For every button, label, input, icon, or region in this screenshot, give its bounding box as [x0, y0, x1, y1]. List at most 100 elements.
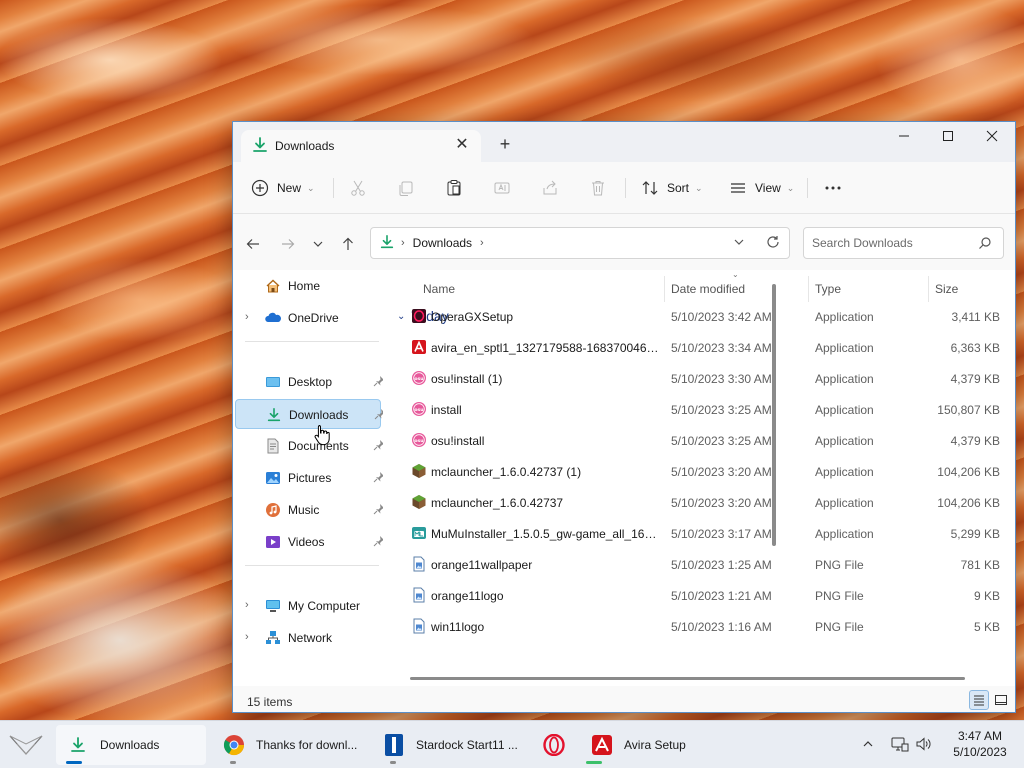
- view-button[interactable]: View ⌄: [729, 174, 794, 202]
- cut-button[interactable]: [349, 174, 367, 202]
- column-header-date[interactable]: Date modified: [671, 276, 745, 302]
- sort-button-label: Sort: [667, 181, 690, 195]
- forward-button[interactable]: [276, 232, 300, 256]
- file-row[interactable]: OperaGXSetup 5/10/2023 3:42 AM Application…: [383, 301, 1003, 332]
- sidebar-item-documents[interactable]: Documents: [235, 431, 384, 461]
- file-row[interactable]: osu osu!install (1) 5/10/2023 3:30 AM Appli…: [383, 363, 1003, 394]
- file-row[interactable]: orange11wallpaper 5/10/2023 1:25 AM PNG Fi…: [383, 549, 1003, 580]
- network-icon: [265, 630, 281, 646]
- chevron-right-icon[interactable]: ›: [245, 631, 257, 645]
- close-tab-icon[interactable]: ✕: [453, 136, 471, 154]
- sidebar-divider: [245, 341, 379, 342]
- file-name: orange11logo: [431, 589, 504, 603]
- back-button[interactable]: [241, 232, 265, 256]
- file-row[interactable]: osu osu!install 5/10/2023 3:25 AM Applicati…: [383, 425, 1003, 456]
- recent-locations-button[interactable]: [306, 232, 330, 256]
- paste-button[interactable]: [445, 174, 463, 202]
- column-divider[interactable]: [928, 276, 929, 302]
- large-icons-view-button[interactable]: [991, 690, 1011, 710]
- taskbar: Downloads Thanks for downl... Stardock S…: [0, 720, 1024, 768]
- taskbar-item-start11[interactable]: Stardock Start11 ...: [372, 725, 522, 765]
- refresh-icon: [767, 236, 779, 248]
- breadcrumb-separator-icon[interactable]: ›: [480, 237, 484, 249]
- sidebar-item-music[interactable]: Music: [235, 495, 384, 525]
- search-icon[interactable]: [978, 236, 992, 253]
- png-file-icon: [411, 556, 427, 572]
- column-divider[interactable]: [664, 276, 665, 302]
- file-date-modified: 5/10/2023 3:25 AM: [671, 403, 772, 417]
- file-row[interactable]: mclauncher_1.6.0.42737 5/10/2023 3:20 AM A…: [383, 487, 1003, 518]
- column-header-name[interactable]: Name: [423, 276, 455, 302]
- vertical-scrollbar[interactable]: [772, 284, 776, 546]
- taskbar-item-label: Stardock Start11 ...: [416, 738, 518, 752]
- new-tab-button[interactable]: +: [495, 134, 515, 154]
- delete-button[interactable]: [589, 174, 607, 202]
- file-date-modified: 5/10/2023 3:25 AM: [671, 434, 772, 448]
- sidebar-item-downloads[interactable]: Downloads: [235, 399, 385, 429]
- sidebar-item-my-computer[interactable]: › My Computer: [235, 591, 381, 621]
- sidebar-item-label: Network: [288, 631, 333, 645]
- share-button[interactable]: [541, 174, 559, 202]
- start-logo-icon: [9, 735, 43, 755]
- chevron-right-icon[interactable]: ›: [245, 599, 257, 613]
- breadcrumb-downloads[interactable]: Downloads: [413, 236, 472, 250]
- home-icon: [265, 278, 281, 294]
- start11-icon: [382, 733, 406, 757]
- volume-button[interactable]: [914, 733, 934, 755]
- file-row[interactable]: win11logo 5/10/2023 1:16 AM PNG File 5 KB: [383, 611, 1003, 642]
- show-hidden-icons-button[interactable]: [858, 733, 878, 755]
- breadcrumb-separator-icon[interactable]: ›: [401, 237, 405, 249]
- close-window-button[interactable]: [969, 122, 1015, 150]
- file-size: 104,206 KB: [937, 496, 1000, 510]
- horizontal-scrollbar[interactable]: [410, 677, 965, 680]
- start-button[interactable]: [6, 729, 46, 761]
- sidebar-item-onedrive[interactable]: › OneDrive: [235, 303, 381, 333]
- file-size: 4,379 KB: [950, 372, 1000, 386]
- copy-button[interactable]: [397, 174, 415, 202]
- up-button[interactable]: [336, 232, 360, 256]
- taskbar-item-opera[interactable]: [532, 725, 576, 765]
- sidebar-item-label: Home: [288, 279, 321, 293]
- file-row[interactable]: orange11logo 5/10/2023 1:21 AM PNG File 9 K…: [383, 580, 1003, 611]
- file-row[interactable]: osu install 5/10/2023 3:25 AM Application 15…: [383, 394, 1003, 425]
- file-name: orange11wallpaper: [431, 558, 533, 572]
- sidebar-item-network[interactable]: › Network: [235, 623, 381, 653]
- new-button[interactable]: New ⌄: [251, 174, 315, 202]
- search-box[interactable]: [803, 227, 1004, 259]
- search-input[interactable]: [812, 234, 972, 252]
- file-row[interactable]: MuMuInstaller_1.5.0.5_gw-game_all_1663..…: [383, 518, 1003, 549]
- minimize-button[interactable]: [881, 122, 927, 150]
- refresh-button[interactable]: [761, 230, 785, 254]
- file-row[interactable]: avira_en_sptl1_1327179588-1683700462__..…: [383, 332, 1003, 363]
- chevron-right-icon[interactable]: ›: [245, 311, 257, 325]
- sidebar-item-home[interactable]: Home: [235, 271, 381, 301]
- column-divider[interactable]: [808, 276, 809, 302]
- sidebar-item-videos[interactable]: Videos: [235, 527, 384, 557]
- sidebar-item-desktop[interactable]: Desktop: [235, 367, 384, 397]
- column-header-type[interactable]: Type: [815, 276, 841, 302]
- network-tray-icon: [891, 737, 909, 752]
- taskbar-item-downloads[interactable]: Downloads: [56, 725, 206, 765]
- taskbar-item-chrome[interactable]: Thanks for downl...: [212, 725, 362, 765]
- clock[interactable]: 3:47 AM 5/10/2023: [940, 728, 1020, 760]
- documents-icon: [265, 438, 281, 454]
- rename-button[interactable]: [493, 174, 511, 202]
- more-options-button[interactable]: [823, 174, 843, 202]
- taskbar-item-avira-setup[interactable]: Avira Setup: [580, 725, 710, 765]
- copy-icon: [399, 181, 413, 196]
- sidebar-item-pictures[interactable]: Pictures: [235, 463, 384, 493]
- status-bar: 15 items: [233, 686, 1015, 712]
- file-type: Application: [815, 310, 874, 324]
- network-status-button[interactable]: [890, 733, 910, 755]
- tab-downloads[interactable]: Downloads ✕: [241, 130, 481, 162]
- address-history-button[interactable]: [727, 230, 751, 254]
- file-row[interactable]: mclauncher_1.6.0.42737 (1) 5/10/2023 3:20…: [383, 456, 1003, 487]
- column-header-size[interactable]: Size: [935, 276, 958, 302]
- view-list-icon: [731, 183, 745, 193]
- chevron-down-icon: [313, 241, 323, 247]
- maximize-button[interactable]: [925, 122, 971, 150]
- details-view-button[interactable]: [969, 690, 989, 710]
- chevron-down-icon: ⌄: [695, 182, 703, 193]
- sort-button[interactable]: Sort ⌄: [641, 174, 703, 202]
- chrome-icon: [222, 733, 246, 757]
